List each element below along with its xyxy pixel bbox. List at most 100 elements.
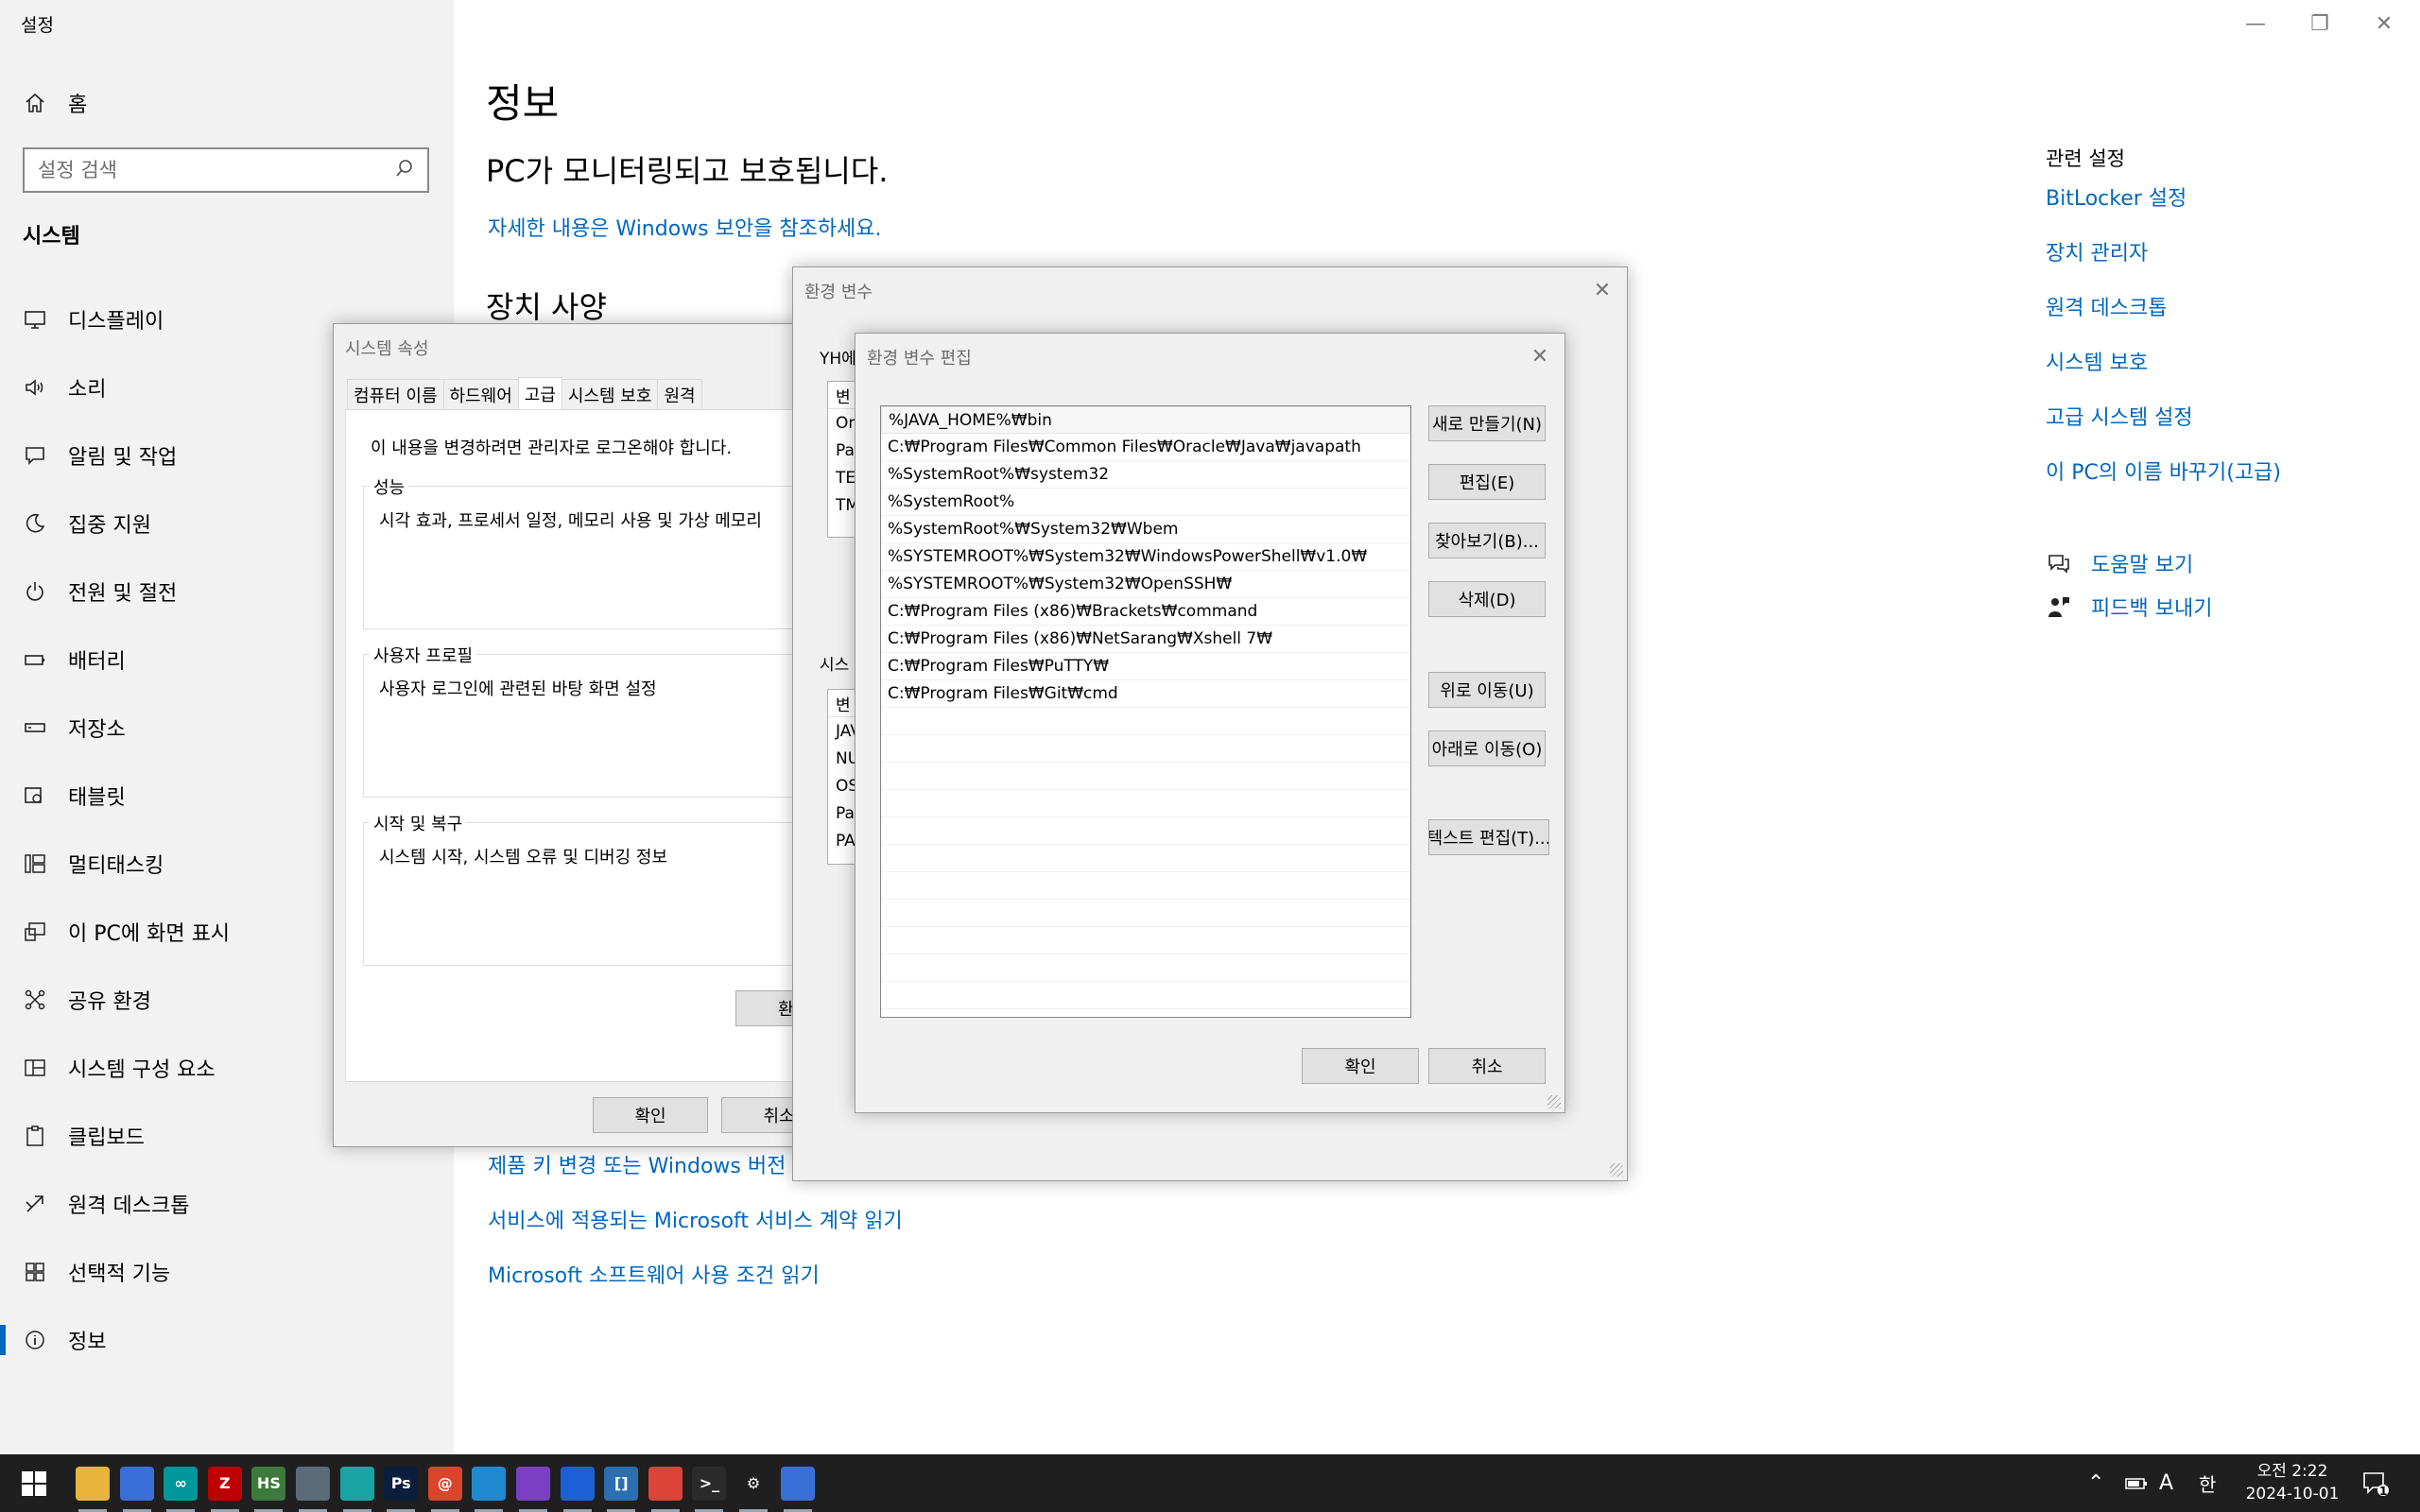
path-entry[interactable]: C:₩Program Files₩Common Files₩Oracle₩Jav… — [881, 434, 1410, 461]
path-entry[interactable]: %SystemRoot%₩system32 — [881, 461, 1410, 489]
license-terms-link[interactable]: Microsoft 소프트웨어 사용 조건 읽기 — [488, 1259, 820, 1289]
taskbar-app-system-properties[interactable] — [776, 1454, 820, 1512]
section-title: 시스템 — [23, 225, 80, 249]
path-entry[interactable]: C:₩Program Files (x86)₩NetSarang₩Xshell … — [881, 626, 1410, 653]
bitlocker-link[interactable]: BitLocker 설정 — [2046, 181, 2187, 212]
settings-search-box[interactable] — [23, 147, 429, 193]
windows-security-link[interactable]: 자세한 내용은 Windows 보안을 참조하세요. — [488, 212, 882, 242]
path-empty-row[interactable] — [881, 735, 1410, 763]
device-spec-heading: 장치 사양 — [486, 289, 607, 325]
product-key-link[interactable]: 제품 키 변경 또는 Windows 버전 — [488, 1149, 786, 1179]
path-entry[interactable]: C:₩Program Files (x86)₩Brackets₩command — [881, 598, 1410, 626]
calculator-icon — [296, 1466, 330, 1501]
text-edit-button[interactable]: 텍스트 편집(T)... — [1428, 819, 1549, 855]
settings-search-input[interactable] — [38, 159, 395, 181]
path-entry[interactable]: %JAVA_HOME%₩bin — [881, 406, 1410, 434]
path-entry[interactable]: %SYSTEMROOT%₩System32₩OpenSSH₩ — [881, 571, 1410, 598]
path-empty-row[interactable] — [881, 982, 1410, 1009]
taskbar-app-bird-app[interactable] — [336, 1454, 379, 1512]
speaker-icon — [21, 376, 49, 399]
path-empty-row[interactable] — [881, 872, 1410, 900]
path-entry[interactable]: %SystemRoot%₩System32₩Wbem — [881, 516, 1410, 543]
tab-remote[interactable]: 원격 — [657, 379, 702, 409]
path-empty-row[interactable] — [881, 845, 1410, 872]
new-path-button[interactable]: 새로 만들기(N) — [1428, 405, 1546, 441]
device-manager-link[interactable]: 장치 관리자 — [2046, 236, 2148, 266]
sysprops-ok-button[interactable]: 확인 — [593, 1097, 708, 1133]
rename-pc-link[interactable]: 이 PC의 이름 바꾸기(고급) — [2046, 455, 2281, 486]
search-icon[interactable] — [395, 159, 414, 181]
system-protection-link[interactable]: 시스템 보호 — [2046, 346, 2148, 376]
start-button[interactable] — [0, 1454, 68, 1512]
path-empty-row[interactable] — [881, 817, 1410, 845]
taskbar-app-network-tool[interactable] — [115, 1454, 159, 1512]
edit-env-resize-grip[interactable] — [1547, 1095, 1561, 1108]
tab-advanced[interactable]: 고급 — [517, 377, 562, 409]
browse-path-button[interactable]: 찾아보기(B)... — [1428, 523, 1546, 558]
taskbar-app-terminal[interactable]: >_ — [687, 1454, 731, 1512]
edit-env-cancel-button[interactable]: 취소 — [1428, 1048, 1546, 1084]
maximize-button[interactable]: ❐ — [2291, 4, 2348, 43]
edit-env-close-button[interactable]: ✕ — [1521, 337, 1559, 375]
path-entry[interactable]: %SYSTEMROOT%₩System32₩WindowsPowerShell₩… — [881, 543, 1410, 571]
tab-system-protection[interactable]: 시스템 보호 — [561, 379, 659, 409]
move-up-button[interactable]: 위로 이동(U) — [1428, 672, 1546, 708]
path-empty-row[interactable] — [881, 927, 1410, 954]
path-entry[interactable]: C:₩Program Files₩PuTTY₩ — [881, 653, 1410, 680]
taskbar-app-file-explorer[interactable] — [71, 1454, 114, 1512]
edit-env-ok-button[interactable]: 확인 — [1302, 1048, 1419, 1084]
battery-tray-icon[interactable] — [2125, 1454, 2148, 1512]
tray-overflow-icon[interactable]: ⌃ — [2087, 1454, 2104, 1512]
sidebar-item-label: 시스템 구성 요소 — [68, 1058, 216, 1082]
path-entry[interactable]: %SystemRoot% — [881, 489, 1410, 516]
sidebar-item-label: 멀티태스킹 — [68, 854, 164, 878]
advanced-system-settings-link[interactable]: 고급 시스템 설정 — [2046, 401, 2193, 431]
taskbar-app-photoshop[interactable]: Ps — [379, 1454, 423, 1512]
taskbar-app-visual-studio[interactable] — [511, 1454, 555, 1512]
remote-desktop-link[interactable]: 원격 데스크톱 — [2046, 291, 2167, 321]
path-empty-row[interactable] — [881, 708, 1410, 735]
path-list[interactable]: %JAVA_HOME%₩bin C:₩Program Files₩Common F… — [880, 405, 1411, 1018]
app-title: 설정 — [21, 15, 54, 36]
path-entry[interactable]: C:₩Program Files₩Git₩cmd — [881, 680, 1410, 708]
taskbar-app-settings[interactable]: ⚙ — [732, 1454, 775, 1512]
home-nav-item[interactable]: 홈 — [21, 85, 87, 121]
visual-studio-icon — [516, 1466, 550, 1501]
ime-mode-indicator[interactable]: A — [2159, 1454, 2173, 1512]
sidebar-item-info[interactable]: 정보 — [0, 1306, 454, 1374]
path-empty-row[interactable] — [881, 954, 1410, 982]
delete-path-button[interactable]: 삭제(D) — [1428, 581, 1546, 617]
taskbar-app-hs-app[interactable]: HS — [247, 1454, 290, 1512]
taskbar-app-snail-app[interactable]: @ — [424, 1454, 467, 1512]
tab-hardware[interactable]: 하드웨어 — [442, 379, 519, 409]
taskbar-app-chrome[interactable] — [644, 1454, 687, 1512]
sidebar-item-remote[interactable]: 원격 데스크톱 — [0, 1170, 454, 1238]
sidebar-item-features[interactable]: 선택적 기능 — [0, 1238, 454, 1306]
taskbar-app-calculator[interactable] — [291, 1454, 335, 1512]
components-icon — [21, 1057, 49, 1079]
path-empty-row[interactable] — [881, 900, 1410, 927]
path-empty-row[interactable] — [881, 763, 1410, 790]
taskbar-clock[interactable]: 오전 2:22 2024-10-01 — [2231, 1460, 2354, 1505]
tab-computer-name[interactable]: 컴퓨터 이름 — [347, 379, 444, 409]
env-close-button[interactable]: ✕ — [1583, 271, 1621, 309]
taskbar-app-bracket-app[interactable]: [] — [599, 1454, 643, 1512]
admin-required-note: 이 내용을 변경하려면 관리자로 로그온해야 합니다. — [371, 438, 733, 458]
taskbar-app-filezilla[interactable]: Z — [203, 1454, 247, 1512]
help-row[interactable]: 도움말 보기 — [2046, 548, 2193, 578]
taskbar-app-arduino[interactable]: ∞ — [159, 1454, 202, 1512]
edit-path-button[interactable]: 편집(E) — [1428, 464, 1546, 500]
close-window-button[interactable]: ✕ — [2356, 4, 2412, 43]
notification-center-button[interactable]: 1 — [2361, 1454, 2390, 1512]
feedback-row[interactable]: 피드백 보내기 — [2046, 592, 2212, 622]
path-empty-row[interactable] — [881, 790, 1410, 817]
env-resize-grip[interactable] — [1610, 1163, 1623, 1177]
minimize-button[interactable]: — — [2227, 4, 2284, 43]
move-down-button[interactable]: 아래로 이동(O) — [1428, 730, 1546, 766]
taskbar-app-location-app[interactable] — [556, 1454, 599, 1512]
ime-hangul-indicator[interactable]: 한 — [2199, 1454, 2216, 1512]
service-agreement-link[interactable]: 서비스에 적용되는 Microsoft 서비스 계약 읽기 — [488, 1204, 903, 1234]
filezilla-icon: Z — [207, 1466, 242, 1501]
taskbar-app-vscode[interactable] — [467, 1454, 510, 1512]
notification-count: 1 — [2379, 1485, 2388, 1498]
